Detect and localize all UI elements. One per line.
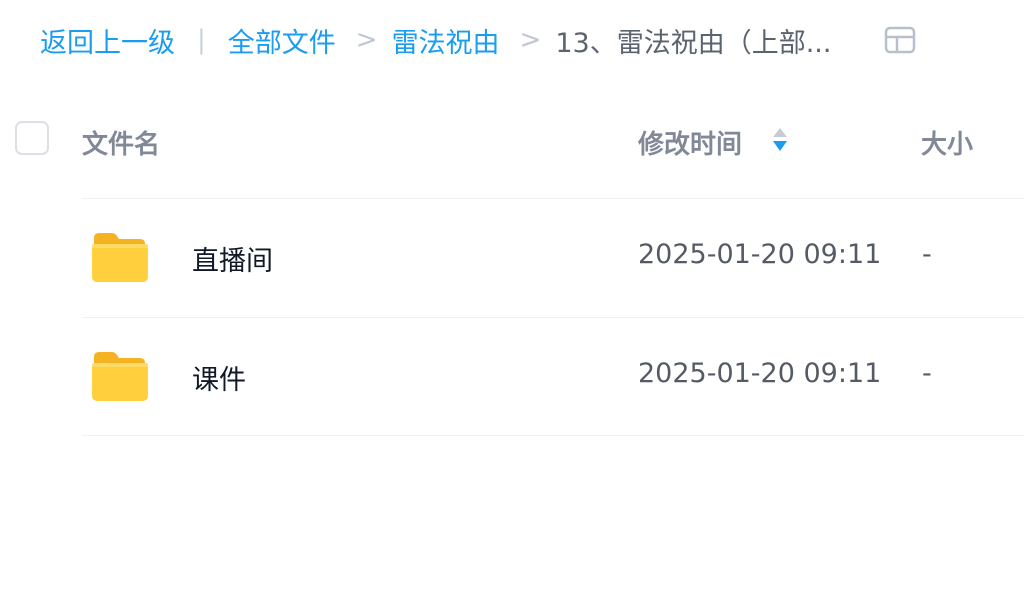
divider [82, 435, 1024, 436]
back-link[interactable]: 返回上一级 [40, 21, 175, 60]
breadcrumb-separator: > [355, 25, 378, 55]
column-header-name[interactable]: 文件名 [82, 124, 160, 161]
column-header-size[interactable]: 大小 [921, 124, 973, 161]
breadcrumb-divider: | [197, 25, 206, 55]
grid-view-icon[interactable] [884, 26, 916, 54]
table-row[interactable]: 直播间 2025-01-20 09:11 - [82, 198, 1024, 316]
column-header-mtime[interactable]: 修改时间 [638, 124, 742, 161]
folder-icon [90, 349, 148, 403]
breadcrumb-separator: > [519, 25, 542, 55]
breadcrumb-item-all-files[interactable]: 全部文件 [228, 21, 336, 60]
file-name[interactable]: 直播间 [192, 239, 273, 278]
file-modified-time: 2025-01-20 09:11 [638, 239, 882, 270]
file-size: - [922, 358, 932, 389]
file-size: - [922, 239, 932, 270]
breadcrumb: 返回上一级 | 全部文件 > 雷法祝由 > 13、雷法祝由（上部... [40, 18, 1000, 62]
file-browser: 返回上一级 | 全部文件 > 雷法祝由 > 13、雷法祝由（上部... 文件名 … [0, 0, 1024, 601]
sort-arrows-icon[interactable] [771, 126, 789, 154]
breadcrumb-current: 13、雷法祝由（上部... [555, 27, 832, 59]
select-all-checkbox[interactable] [15, 121, 49, 155]
table-row[interactable]: 课件 2025-01-20 09:11 - [82, 317, 1024, 435]
file-name[interactable]: 课件 [192, 358, 246, 397]
table-header: 文件名 修改时间 大小 [0, 110, 1024, 170]
breadcrumb-item-folder[interactable]: 雷法祝由 [392, 21, 500, 60]
folder-icon [90, 230, 148, 284]
file-modified-time: 2025-01-20 09:11 [638, 358, 882, 389]
